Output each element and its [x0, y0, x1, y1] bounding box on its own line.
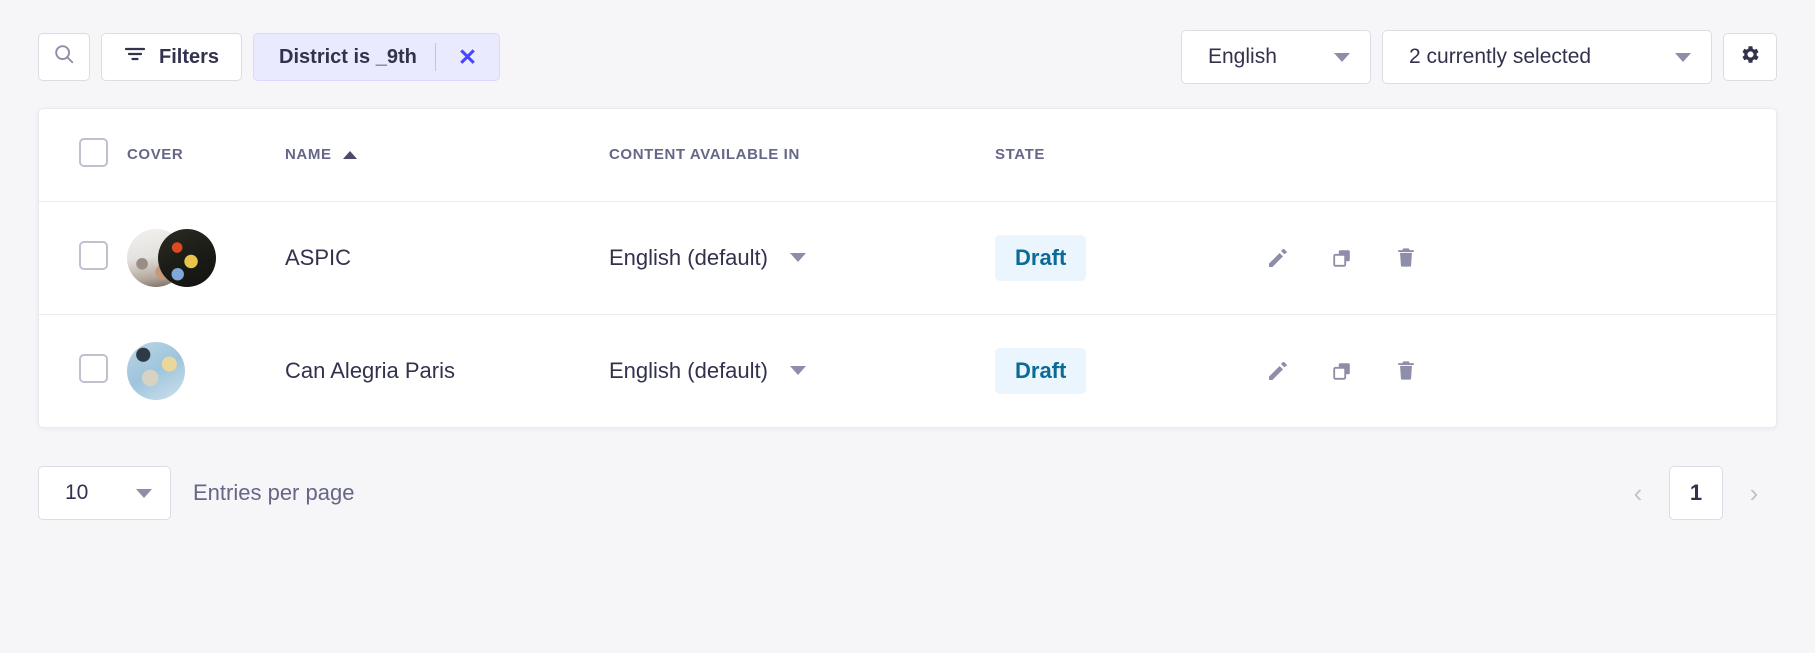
row-name: Can Alegria Paris: [285, 358, 455, 383]
locale-select[interactable]: English: [1181, 30, 1371, 84]
header-state[interactable]: STATE: [995, 109, 1265, 201]
filters-button[interactable]: Filters: [101, 33, 242, 81]
chevron-down-icon: [1675, 53, 1691, 62]
page-number-1[interactable]: 1: [1669, 466, 1723, 520]
page-size-value: 10: [65, 481, 88, 505]
header-actions: [1265, 109, 1776, 201]
toolbar: Filters District is _9th ✕ English 2 cur…: [38, 0, 1777, 108]
header-state-label: STATE: [995, 146, 1045, 163]
table-row[interactable]: Can Alegria Paris English (default) Draf…: [39, 314, 1776, 427]
header-content-available-in-label: CONTENT AVAILABLE IN: [609, 146, 800, 163]
edit-icon[interactable]: [1265, 245, 1291, 271]
row-name-cell: ASPIC: [285, 201, 609, 314]
status-badge: Draft: [995, 348, 1086, 394]
chevron-down-icon: [790, 366, 806, 375]
filter-icon: [124, 45, 146, 69]
table-header-row: COVER NAME CONTENT AVAILABLE IN: [39, 109, 1776, 201]
cover-thumbnail: [158, 229, 216, 287]
cover-thumbnails: [127, 342, 227, 400]
content-available-in-value: English (default): [609, 358, 768, 384]
duplicate-icon[interactable]: [1329, 245, 1355, 271]
pagination: ‹ 1 ›: [1615, 466, 1777, 520]
row-name: ASPIC: [285, 245, 351, 270]
chevron-down-icon: [136, 489, 152, 498]
chevron-down-icon: [790, 253, 806, 262]
row-select-cell: [39, 314, 127, 427]
table-footer: 10 Entries per page ‹ 1 ›: [38, 466, 1777, 520]
status-badge: Draft: [995, 235, 1086, 281]
row-state-cell: Draft: [995, 314, 1265, 427]
sort-arrow-up-icon[interactable]: [343, 151, 357, 159]
duplicate-icon[interactable]: [1329, 358, 1355, 384]
selection-select[interactable]: 2 currently selected: [1382, 30, 1712, 84]
select-all-checkbox[interactable]: [79, 138, 108, 167]
close-icon[interactable]: ✕: [436, 34, 499, 80]
toolbar-left-group: Filters District is _9th ✕: [38, 33, 500, 81]
row-content-available-in-cell: English (default): [609, 201, 995, 314]
row-cover-cell: [127, 201, 285, 314]
row-content-available-in-cell: English (default): [609, 314, 995, 427]
filter-chip-label: District is _9th: [279, 46, 417, 69]
content-available-in-select[interactable]: English (default): [609, 358, 806, 384]
chevron-right-icon[interactable]: ›: [1731, 470, 1777, 516]
edit-icon[interactable]: [1265, 358, 1291, 384]
toolbar-right-group: English 2 currently selected: [1181, 30, 1777, 84]
selection-select-value: 2 currently selected: [1409, 45, 1591, 69]
filter-chip-district[interactable]: District is _9th ✕: [253, 33, 500, 81]
header-name-label: NAME: [285, 146, 332, 163]
row-actions: [1265, 358, 1776, 384]
entries-per-page-label: Entries per page: [193, 480, 354, 506]
cover-thumbnail: [127, 342, 185, 400]
chevron-down-icon: [1334, 53, 1350, 62]
row-actions-cell: [1265, 314, 1776, 427]
page-size-select[interactable]: 10: [38, 466, 171, 520]
locale-select-value: English: [1208, 45, 1277, 69]
header-select-all: [39, 109, 127, 201]
content-available-in-select[interactable]: English (default): [609, 245, 806, 271]
row-actions-cell: [1265, 201, 1776, 314]
row-cover-cell: [127, 314, 285, 427]
content-available-in-value: English (default): [609, 245, 768, 271]
header-cover[interactable]: COVER: [127, 109, 285, 201]
search-icon: [53, 43, 75, 71]
row-state-cell: Draft: [995, 201, 1265, 314]
settings-button[interactable]: [1723, 33, 1777, 81]
header-cover-label: COVER: [127, 146, 183, 163]
entries-table: COVER NAME CONTENT AVAILABLE IN: [39, 109, 1776, 427]
table-head: COVER NAME CONTENT AVAILABLE IN: [39, 109, 1776, 201]
row-checkbox[interactable]: [79, 354, 108, 383]
content-manager-page: Filters District is _9th ✕ English 2 cur…: [0, 0, 1815, 653]
delete-icon[interactable]: [1393, 245, 1419, 271]
cover-thumbnails: [127, 229, 227, 287]
header-content-available-in[interactable]: CONTENT AVAILABLE IN: [609, 109, 995, 201]
delete-icon[interactable]: [1393, 358, 1419, 384]
header-name[interactable]: NAME: [285, 109, 609, 201]
filters-label: Filters: [159, 46, 219, 69]
entries-table-card: COVER NAME CONTENT AVAILABLE IN: [38, 108, 1777, 428]
gear-icon: [1739, 43, 1762, 72]
row-select-cell: [39, 201, 127, 314]
page-size-group: 10 Entries per page: [38, 466, 354, 520]
row-name-cell: Can Alegria Paris: [285, 314, 609, 427]
table-row[interactable]: ASPIC English (default) Draft: [39, 201, 1776, 314]
chevron-left-icon[interactable]: ‹: [1615, 470, 1661, 516]
table-body: ASPIC English (default) Draft: [39, 201, 1776, 427]
search-button[interactable]: [38, 33, 90, 81]
row-checkbox[interactable]: [79, 241, 108, 270]
row-actions: [1265, 245, 1776, 271]
